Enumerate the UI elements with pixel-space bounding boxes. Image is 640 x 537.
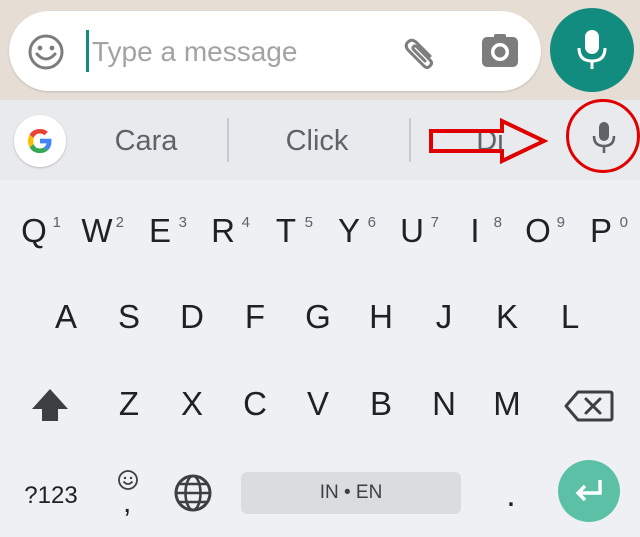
key-p[interactable]: 0P <box>570 206 632 256</box>
key-k[interactable]: K <box>476 292 538 342</box>
message-placeholder: Type a message <box>92 36 298 67</box>
key-m[interactable]: M <box>476 379 538 429</box>
globe-icon[interactable] <box>172 472 214 514</box>
key-b[interactable]: B <box>350 379 412 429</box>
message-composer: Type a message <box>0 0 640 100</box>
key-t[interactable]: 5T <box>255 206 317 256</box>
key-hint: 5 <box>304 214 313 231</box>
red-circle-annotation <box>566 99 640 173</box>
suggestion-item[interactable]: Click <box>262 124 372 158</box>
record-voice-button[interactable] <box>550 8 634 92</box>
key-h[interactable]: H <box>350 292 412 342</box>
keyboard: 1Q 2W 3E 4R 5T 6Y 7U 8I 9O 0P A S D F G … <box>0 180 640 537</box>
key-hint: 1 <box>52 214 61 231</box>
divider <box>227 118 229 162</box>
key-c[interactable]: C <box>224 379 286 429</box>
symbols-key[interactable]: ?123 <box>16 476 86 516</box>
key-hint: 7 <box>430 214 439 231</box>
backspace-icon[interactable] <box>562 386 616 426</box>
key-y[interactable]: 6Y <box>318 206 380 256</box>
text-cursor <box>86 30 89 72</box>
space-bar[interactable]: IN • EN <box>241 472 461 514</box>
key-hint: 3 <box>178 214 187 231</box>
key-o[interactable]: 9O <box>507 206 569 256</box>
key-j[interactable]: J <box>413 292 475 342</box>
key-v[interactable]: V <box>287 379 349 429</box>
key-i[interactable]: 8I <box>444 206 506 256</box>
key-hint: 0 <box>619 214 628 231</box>
suggestion-item[interactable]: Cara <box>96 124 196 158</box>
period-key[interactable]: . <box>496 470 526 520</box>
paperclip-icon[interactable] <box>400 30 444 74</box>
red-arrow-annotation <box>429 118 548 164</box>
key-l[interactable]: L <box>539 292 601 342</box>
enter-key[interactable] <box>558 460 620 522</box>
key-r[interactable]: 4R <box>192 206 254 256</box>
key-x[interactable]: X <box>161 379 223 429</box>
smiley-icon[interactable] <box>26 32 66 72</box>
emoji-comma-key[interactable]: , <box>112 468 146 524</box>
key-e[interactable]: 3E <box>129 206 191 256</box>
key-hint: 9 <box>556 214 565 231</box>
comma-label: , <box>123 486 132 519</box>
key-g[interactable]: G <box>287 292 349 342</box>
key-s[interactable]: S <box>98 292 160 342</box>
microphone-icon <box>577 30 607 69</box>
divider <box>409 118 411 162</box>
key-a[interactable]: A <box>35 292 97 342</box>
key-hint: 6 <box>367 214 376 231</box>
key-hint: 4 <box>241 214 250 231</box>
google-g-icon[interactable] <box>14 115 66 167</box>
key-hint: 8 <box>493 214 502 231</box>
key-n[interactable]: N <box>413 379 475 429</box>
key-f[interactable]: F <box>224 292 286 342</box>
key-w[interactable]: 2W <box>66 206 128 256</box>
key-q[interactable]: 1Q <box>3 206 65 256</box>
shift-arrow-icon[interactable] <box>28 383 72 427</box>
enter-arrow-icon <box>575 480 602 502</box>
key-hint: 2 <box>115 214 124 231</box>
key-z[interactable]: Z <box>98 379 160 429</box>
key-d[interactable]: D <box>161 292 223 342</box>
camera-icon[interactable] <box>478 32 522 72</box>
key-u[interactable]: 7U <box>381 206 443 256</box>
